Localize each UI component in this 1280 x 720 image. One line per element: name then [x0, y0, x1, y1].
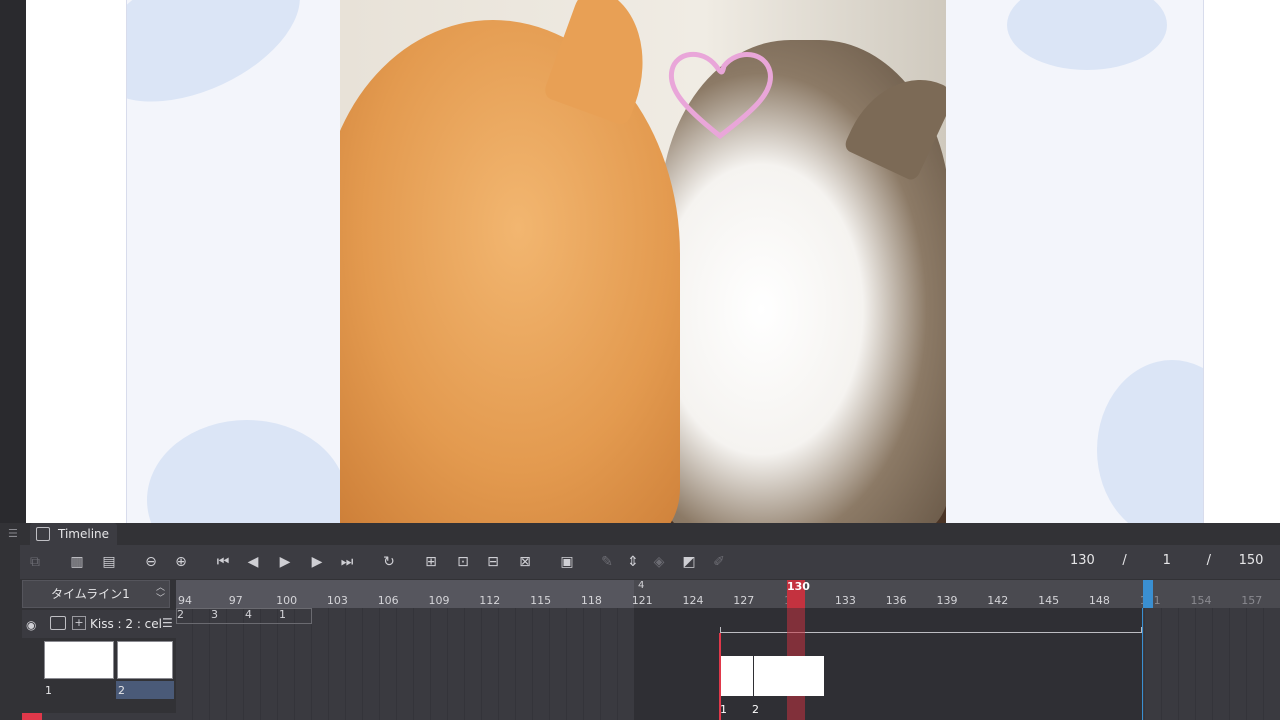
last-frame-icon[interactable]: ⏭	[336, 551, 358, 573]
frame-separator: /	[1206, 553, 1212, 568]
cel-thumbnail[interactable]	[117, 641, 173, 679]
key-number: 3	[211, 608, 218, 621]
layer-color-tag	[22, 713, 42, 720]
decor-shape	[147, 420, 347, 523]
frame-readout: 130 / 1 / 150	[1067, 553, 1266, 568]
cel-thumbnail[interactable]	[44, 641, 114, 679]
onion-skin-icon[interactable]: ▣	[556, 551, 578, 573]
play-range-bar[interactable]	[720, 627, 1142, 633]
timeline-selector[interactable]: タイムライン1 ︿ ﹀	[22, 580, 170, 608]
previous-frame-icon[interactable]: ◀	[242, 551, 264, 573]
ruler-tick-label: 109	[428, 594, 450, 607]
thumbnail-label: 1	[45, 684, 52, 697]
cel-label: 1	[720, 703, 727, 716]
new-cel-icon[interactable]: ⊞	[420, 551, 442, 573]
key-number: 1	[279, 608, 286, 621]
next-layer-row[interactable]	[22, 713, 176, 720]
next-frame-icon[interactable]: ▶	[306, 551, 328, 573]
timeline-panel: ☰ Timeline ⧉ ▥ ▤ ⊖ ⊕ ⏮ ◀ ▶ ▶ ⏭ ↻ ⊞ ⊡ ⊟ ⊠…	[0, 523, 1280, 720]
ruler-tick-label: 94	[178, 594, 192, 607]
timeline-name: タイムライン1	[51, 587, 130, 601]
canvas-page	[26, 0, 1280, 523]
add-animation-folder-icon[interactable]: ▤	[98, 551, 120, 573]
layer-name: Kiss : 2 : cel	[90, 617, 162, 631]
ruler-tick-label: 145	[1038, 594, 1060, 607]
loop-icon[interactable]: ↻	[378, 551, 400, 573]
playhead-label: 130	[787, 580, 810, 593]
zoom-out-icon[interactable]: ⊖	[140, 551, 162, 573]
expand-icon[interactable]: +	[72, 616, 86, 630]
edit-icon[interactable]: ✐	[708, 551, 730, 573]
keyframe-interp-icon[interactable]: ◈	[648, 551, 670, 573]
end-frame: 150	[1238, 553, 1264, 568]
ruler-tick-label: 115	[530, 594, 552, 607]
ruler-tick-label: 121	[631, 594, 653, 607]
key-number: 4	[245, 608, 252, 621]
canvas-area	[0, 0, 1280, 523]
ruler-tick-label: 118	[580, 594, 602, 607]
decor-shape	[1007, 0, 1167, 70]
cel-label: 2	[752, 703, 759, 716]
end-frame-line	[1142, 608, 1143, 720]
tab-timeline[interactable]: Timeline	[30, 523, 118, 545]
heart-icon	[668, 51, 773, 140]
cel-block[interactable]	[721, 656, 753, 696]
keyframe-icon[interactable]: ✎	[596, 551, 618, 573]
thumbnail-label: 2	[118, 684, 125, 697]
timeline-settings-icon[interactable]: ▥	[66, 551, 88, 573]
cel-block[interactable]	[754, 656, 824, 696]
delete-cel-icon[interactable]: ⊟	[482, 551, 504, 573]
decor-shape	[127, 0, 323, 131]
start-frame: 1	[1162, 553, 1171, 568]
chevron-updown-icon[interactable]: ︿ ﹀	[156, 583, 165, 605]
play-icon[interactable]: ▶	[274, 551, 296, 573]
ruler-tick-label: 133	[834, 594, 856, 607]
transform-icon[interactable]: ◩	[678, 551, 700, 573]
ruler-tick-label: 100	[276, 594, 298, 607]
ruler-tick-label: 136	[885, 594, 907, 607]
ruler-tick-label: 148	[1088, 594, 1110, 607]
decor-shape	[1097, 360, 1203, 523]
ruler-marker: 4	[638, 580, 645, 591]
end-frame-marker[interactable]	[1143, 580, 1153, 608]
ruler-tick-label: 142	[987, 594, 1009, 607]
updown-icon[interactable]: ⇕	[622, 551, 644, 573]
frame-separator: /	[1122, 553, 1127, 568]
assign-cel-icon[interactable]: ⊡	[452, 551, 474, 573]
timeline-toolbar: ⧉ ▥ ▤ ⊖ ⊕ ⏮ ◀ ▶ ▶ ⏭ ↻ ⊞ ⊡ ⊟ ⊠ ▣ ✎ ⇕ ◈ ◩ …	[20, 545, 1280, 579]
current-frame: 130	[1070, 553, 1095, 568]
ruler-tick-label: 127	[733, 594, 755, 607]
layer-icon	[50, 616, 66, 630]
frame-ruler[interactable]: 4 94 97 100 103 106 109 112 115 118 121 124 127 130 1…	[176, 580, 1280, 608]
key-frame-row: 2 3 4 1	[176, 608, 312, 624]
tab-timeline-label: Timeline	[58, 527, 110, 541]
cats-photo	[340, 0, 946, 523]
timeline-icon	[36, 527, 50, 541]
ruler-tick-label: 112	[479, 594, 501, 607]
ruler-tick-label: 97	[228, 594, 243, 607]
key-number: 2	[177, 608, 184, 621]
panel-menu-icon[interactable]: ☰	[8, 527, 18, 540]
ruler-tick-label: 106	[377, 594, 399, 607]
ruler-tick-label: 103	[326, 594, 348, 607]
ruler-tick-label: 139	[936, 594, 958, 607]
eye-icon[interactable]: ◉	[26, 618, 36, 632]
layer-menu-icon[interactable]: ☰	[162, 616, 173, 630]
ruler-tick-label: 154	[1190, 594, 1212, 607]
first-frame-icon[interactable]: ⏮	[212, 551, 234, 573]
ruler-tick-label: 124	[682, 594, 704, 607]
zoom-in-icon[interactable]: ⊕	[170, 551, 192, 573]
new-timeline-icon[interactable]: ⧉	[24, 551, 46, 573]
ruler-tick-label: 157	[1241, 594, 1263, 607]
cel-settings-icon[interactable]: ⊠	[514, 551, 536, 573]
